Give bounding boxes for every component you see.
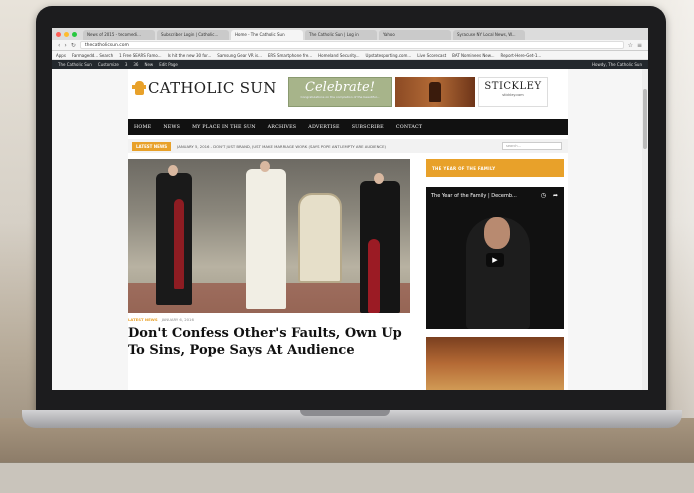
browser-tab[interactable]: Subscriber Login | Catholic... xyxy=(157,30,229,40)
ad-subtitle: stickley.com xyxy=(502,93,524,97)
site-container: CATHOLIC SUN Celebrate! Congratulations … xyxy=(128,69,568,390)
bookmark-item[interactable]: Samsung Gear VR is... xyxy=(217,53,262,58)
wp-new-link[interactable]: New xyxy=(144,62,153,67)
browser-tab[interactable]: News of 2015 - tecomedi... xyxy=(83,30,155,40)
bishop-figure xyxy=(360,181,400,313)
bookmark-item[interactable]: Report-Here-Get-1... xyxy=(501,53,542,58)
site-logo[interactable]: CATHOLIC SUN xyxy=(132,79,277,97)
browser-tab[interactable]: The Catholic Sun | Log in xyxy=(305,30,377,40)
url-input[interactable]: thecatholicsun.com xyxy=(79,41,624,49)
browser-tab-bar: News of 2015 - tecomedi... Subscriber Lo… xyxy=(52,28,648,40)
star-icon[interactable]: ☆ xyxy=(628,42,633,49)
play-icon[interactable]: ▶ xyxy=(486,253,504,267)
video-speaker-face xyxy=(484,217,510,249)
browser-tab[interactable]: Syracuse NY Local News, W... xyxy=(453,30,525,40)
wp-edit-page-link[interactable]: Edit Page xyxy=(159,62,178,67)
wordpress-admin-bar: The Catholic Sun Customize 3 36 New Edit… xyxy=(52,60,648,69)
ad-title: STICKLEY xyxy=(484,81,542,92)
bookmark-item[interactable]: Live Scorecast xyxy=(417,53,446,58)
nav-advertise[interactable]: ADVERTISE xyxy=(308,125,339,130)
article-meta: LATEST NEWS JANUARY 6, 2016 xyxy=(128,317,194,322)
nav-home[interactable]: HOME xyxy=(134,125,151,130)
back-icon[interactable]: ‹ xyxy=(58,42,60,49)
video-title[interactable]: The Year of the Family | Decemb... xyxy=(431,193,517,199)
watch-later-icon[interactable]: ◷ xyxy=(541,192,546,199)
bookmark-item[interactable]: Homeland Security... xyxy=(318,53,359,58)
bookmark-item[interactable]: Is hit the new 30 for... xyxy=(168,53,212,58)
year-of-family-banner[interactable]: THE YEAR OF THE FAMILY xyxy=(426,159,564,177)
bookmark-item[interactable]: BAT Nominees New... xyxy=(452,53,494,58)
video-player[interactable]: The Year of the Family | Decemb... ◷ ➦ ▶ xyxy=(426,187,564,329)
article-category[interactable]: LATEST NEWS xyxy=(128,317,158,322)
wp-site-link[interactable]: The Catholic Sun xyxy=(58,62,92,67)
forward-icon[interactable]: › xyxy=(64,42,66,49)
close-window-button[interactable] xyxy=(56,31,61,37)
wp-customize-link[interactable]: Customize xyxy=(98,62,119,67)
nav-news[interactable]: NEWS xyxy=(163,125,180,130)
menu-icon[interactable]: ≡ xyxy=(637,42,642,49)
site-header: CATHOLIC SUN Celebrate! Congratulations … xyxy=(128,69,568,115)
laptop-notch xyxy=(300,410,390,416)
nav-archives[interactable]: ARCHIVES xyxy=(268,125,297,130)
chair-figure xyxy=(298,193,342,283)
cross-logo-icon xyxy=(132,81,146,95)
bookmark-item[interactable]: Upstatesporting.com... xyxy=(366,53,412,58)
address-bar: ‹ › ↻ thecatholicsun.com ☆ ≡ xyxy=(52,40,648,51)
bookmark-item[interactable]: 1 Free SEARS Famo... xyxy=(119,53,161,58)
ticker-label: LATEST NEWS xyxy=(132,141,172,151)
maximize-window-button[interactable] xyxy=(72,31,77,37)
scrollbar-thumb[interactable] xyxy=(643,89,647,149)
desk-edge xyxy=(0,462,694,493)
church-interior-image[interactable] xyxy=(426,337,564,390)
nav-subscribe[interactable]: SUBSCRIBE xyxy=(352,125,384,130)
news-ticker: LATEST NEWS JANUARY 5, 2016 - DON'T JUST… xyxy=(128,139,568,153)
bookmark-item[interactable]: ERS Smartphone fre... xyxy=(268,53,312,58)
ticker-headline[interactable]: JANUARY 5, 2016 - DON'T JUST BRAND, JUST… xyxy=(177,144,386,149)
browser-tab[interactable]: Yahoo xyxy=(379,30,451,40)
website-viewport: CATHOLIC SUN Celebrate! Congratulations … xyxy=(52,69,648,390)
wp-updates-count[interactable]: 3 xyxy=(125,62,128,67)
featured-article-image[interactable] xyxy=(128,159,410,313)
celebrate-ad-banner[interactable]: Celebrate! Congratulations on the comple… xyxy=(288,77,392,107)
logo-text: CATHOLIC SUN xyxy=(148,79,277,97)
bookmark-item[interactable]: Apps xyxy=(56,53,66,58)
wp-comments-count[interactable]: 36 xyxy=(133,62,138,67)
scrollbar[interactable] xyxy=(642,69,648,390)
reload-icon[interactable]: ↻ xyxy=(71,42,76,49)
banner-label: THE YEAR OF THE FAMILY xyxy=(432,165,496,171)
bookmark-item[interactable]: Farmagedd... Search xyxy=(72,53,113,58)
article-headline[interactable]: Don't Confess Other's Faults, Own Up To … xyxy=(128,325,410,359)
browser-tab-active[interactable]: Home - The Catholic Sun xyxy=(231,30,303,40)
bottle-image xyxy=(429,82,441,102)
nav-contact[interactable]: CONTACT xyxy=(396,125,422,130)
main-navigation: HOME NEWS MY PLACE IN THE SUN ARCHIVES A… xyxy=(128,119,568,135)
search-input[interactable]: search... xyxy=(502,142,562,150)
ad-subtitle: Congratulations on the completion of the… xyxy=(300,95,380,99)
stickley-ad-banner[interactable]: STICKLEY stickley.com xyxy=(478,77,548,107)
wine-ad-banner[interactable] xyxy=(395,77,475,107)
laptop-screen: News of 2015 - tecomedi... Subscriber Lo… xyxy=(52,28,648,390)
share-icon[interactable]: ➦ xyxy=(553,192,558,199)
ad-title: Celebrate! xyxy=(305,80,375,95)
minimize-window-button[interactable] xyxy=(64,31,69,37)
pope-figure xyxy=(246,169,286,309)
window-controls xyxy=(56,28,77,40)
wp-account-greeting[interactable]: Howdy, The Catholic Sun xyxy=(592,62,642,67)
nav-my-place[interactable]: MY PLACE IN THE SUN xyxy=(192,125,256,130)
bookmarks-bar: Apps Farmagedd... Search 1 Free SEARS Fa… xyxy=(52,51,648,60)
article-date: JANUARY 6, 2016 xyxy=(161,317,194,322)
